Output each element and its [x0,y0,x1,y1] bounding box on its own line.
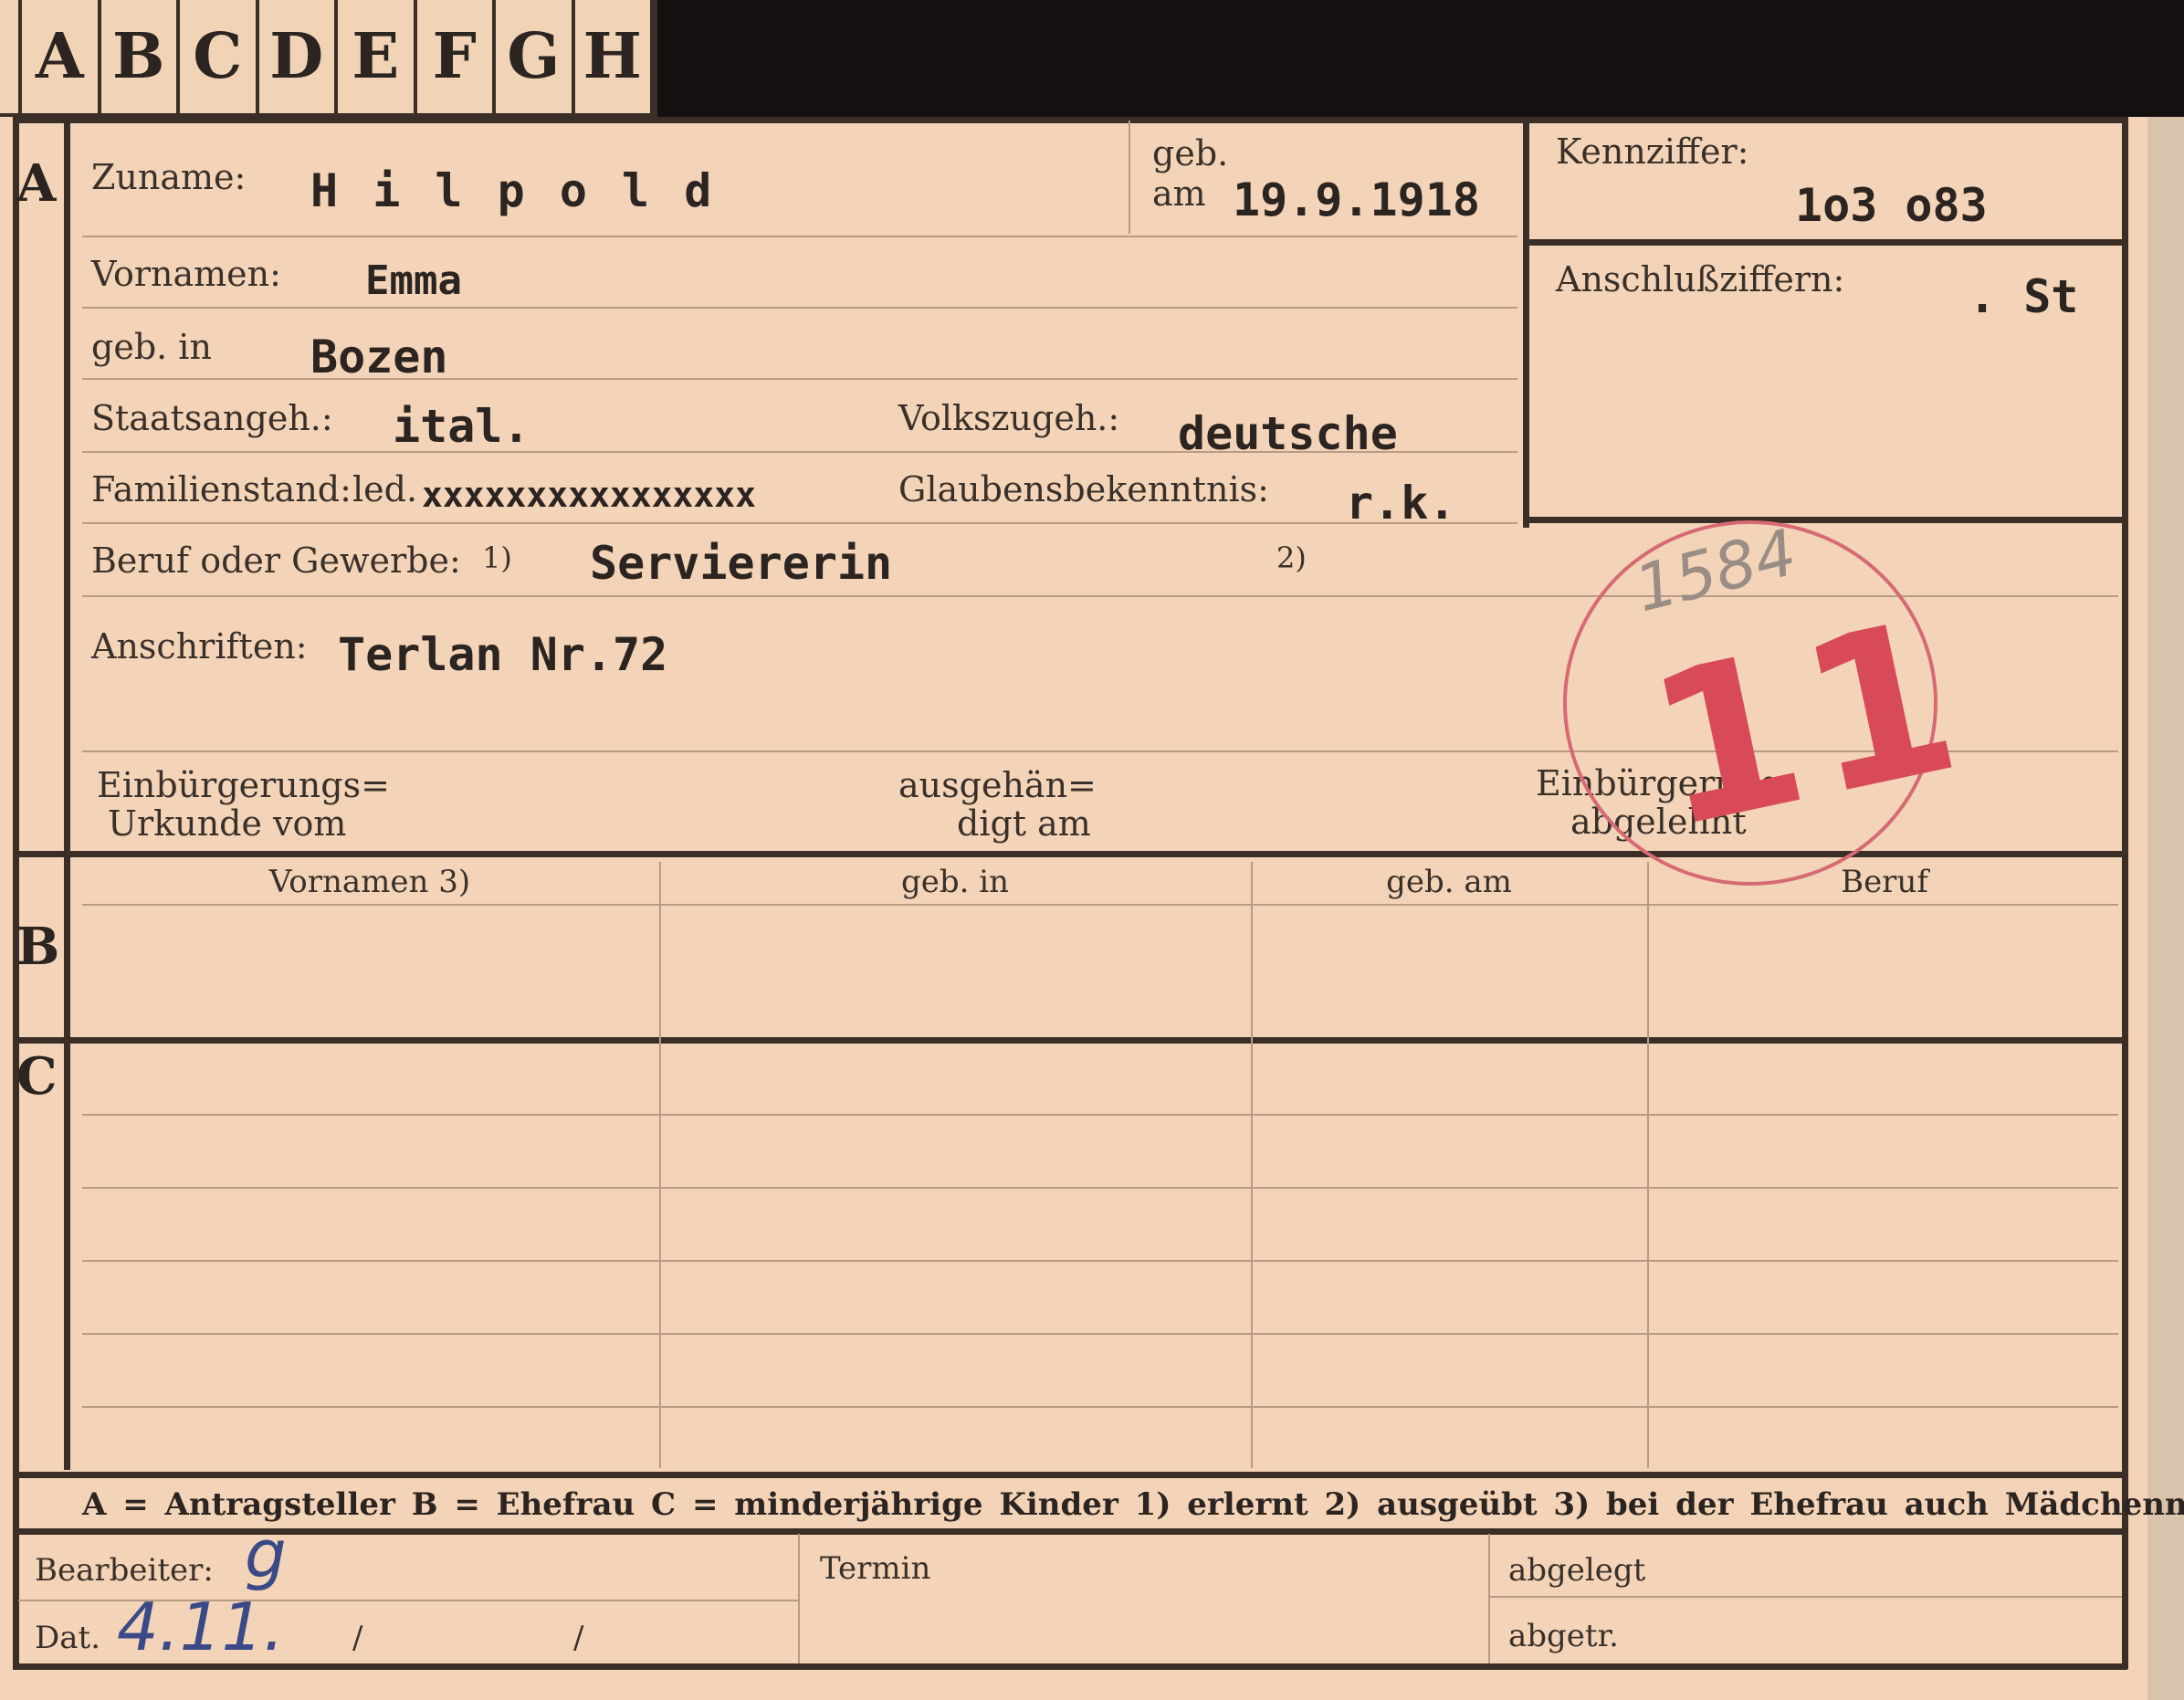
familienstand-crossed: xxxxxxxxxxxxxxxx [422,475,757,515]
tab-a: A [18,0,101,113]
rule-1 [82,236,1517,237]
einb-urkunde-line1: Einbürgerungs= [97,765,390,805]
c-row-rule-4 [82,1333,2118,1335]
legend-text: A = Antragsteller B = Ehefrau C = minder… [82,1486,2184,1523]
abgetr-label: abgetr. [1508,1618,1619,1654]
kennziffer-label: Kennziffer: [1556,131,1749,172]
background-top [657,0,2184,117]
geb-in-label: geb. in [91,327,212,367]
col-divider-2 [1251,862,1253,1468]
letter-tabs: A B C D E F G H [0,0,657,117]
tab-b: B [101,0,180,113]
zuname-label: Zuname: [91,157,247,197]
section-b-marker: B [16,917,60,977]
rule-5 [82,522,1517,524]
geb-am-value: 19.9.1918 [1233,173,1480,226]
anschriften-value: Terlan Nr.72 [338,628,668,681]
termin-label: Termin [820,1550,931,1587]
table-b-header-rule [82,904,2118,906]
frame-top [13,117,2127,123]
staatsangeh-value: ital. [393,400,530,453]
kennziffer-value: 1o3 o83 [1795,179,1988,232]
rule-2 [82,307,1517,309]
glaubens-label: Glaubensbekenntnis: [898,469,1269,509]
bearbeiter-value: g [245,1516,287,1592]
anschriften-label: Anschriften: [91,626,308,666]
rule-4 [82,451,1517,453]
background-right-edge [2147,117,2184,1700]
beruf-value: Serviererin [590,537,893,590]
section-c-top [13,1037,2127,1044]
footer-divider-2 [1488,1534,1490,1663]
volkszugeh-label: Volkszugeh.: [898,398,1120,438]
section-c-marker: C [16,1046,58,1107]
am-label: am [1152,173,1206,214]
c-row-rule-1 [82,1114,2118,1116]
geb-box-divider [1129,121,1130,234]
frame-bottom [13,1663,2127,1670]
dat-value: 4.11. [117,1589,285,1665]
col-divider-1 [659,862,661,1468]
dat-slash-2: / [573,1620,584,1656]
vornamen-value: Emma [365,257,462,304]
tab-c: C [180,0,259,113]
col-geb-in: geb. in [900,864,1010,900]
geb-label: geb. [1152,133,1229,173]
dat-slash-1: / [352,1620,363,1656]
tab-h: H [575,0,654,113]
legend-bottom [13,1528,2127,1535]
anschluss-value: . St [1969,270,2079,323]
beruf-label: Beruf oder Gewerbe: [91,540,461,581]
beruf-note-2: 2) [1276,540,1307,575]
geb-in-value: Bozen [310,331,448,383]
frame-left [13,117,19,1669]
c-row-rule-3 [82,1260,2118,1262]
vornamen-label: Vornamen: [91,254,281,294]
anschluss-label: Anschlußziffern: [1556,259,1845,299]
kennziffer-box-mid [1523,239,2126,246]
dat-label: Dat. [35,1620,101,1656]
bearbeiter-label: Bearbeiter: [35,1552,214,1589]
kennziffer-box-left [1523,119,1529,528]
c-row-rule-5 [82,1406,2118,1408]
ausgehaen-line1: ausgehän= [898,765,1097,805]
tab-f: F [417,0,496,113]
beruf-note-1: 1) [482,540,512,575]
abgelegt-label: abgelegt [1508,1552,1646,1589]
staatsangeh-label: Staatsangeh.: [91,398,333,438]
tab-d: D [259,0,338,113]
section-a-marker: A [16,153,57,214]
einb-urkunde-line2: Urkunde vom [108,803,347,844]
kennziffer-box-bottom [1523,517,2126,523]
index-card: A B C D E F G H A Zuname: H i l p o l d … [0,0,2184,1700]
legend-top [13,1472,2127,1478]
col-vornamen: Vornamen 3) [268,864,471,900]
tab-g: G [496,0,575,113]
frame-right [2122,117,2128,1669]
zuname-value: H i l p o l d [310,164,716,217]
col-divider-3 [1647,862,1649,1468]
c-row-rule-2 [82,1187,2118,1189]
section-divider-vertical [64,119,70,1470]
familienstand-printed: led. [352,469,418,509]
footer-rule-right [1490,1596,2122,1598]
footer-divider-1 [798,1534,800,1663]
col-geb-am: geb. am [1386,864,1512,900]
tab-e: E [338,0,417,113]
rule-3 [82,378,1517,380]
familienstand-label: Familienstand: [91,469,352,509]
ausgehaen-line2: digt am [957,803,1091,844]
